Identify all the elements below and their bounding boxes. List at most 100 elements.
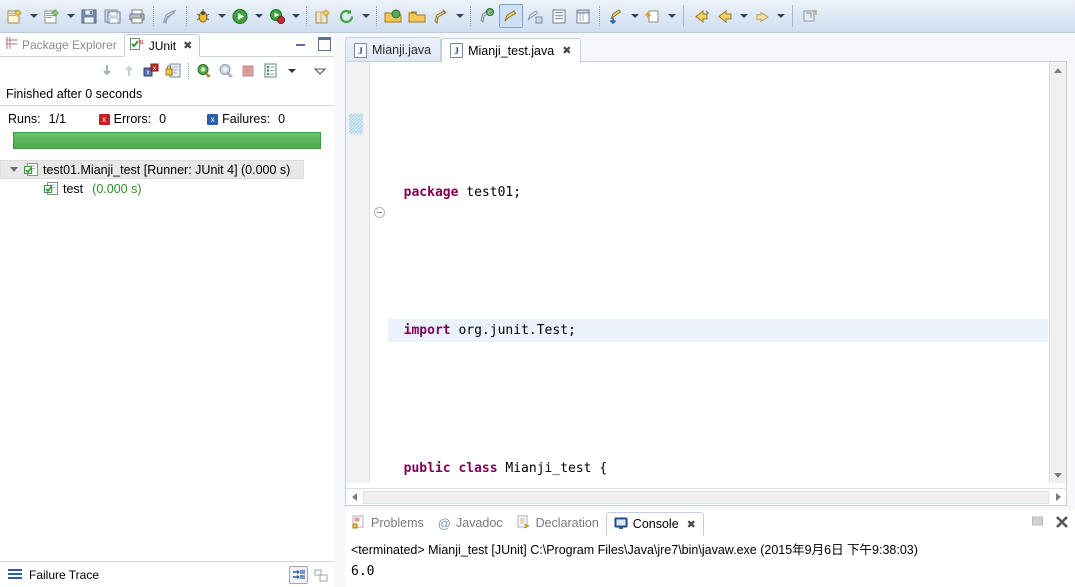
open-task-list-icon[interactable] xyxy=(547,4,571,28)
next-annotation-icon[interactable]: C xyxy=(475,4,499,28)
junit-counters: Runs: 1/1 Errors: 0 Failures: 0 xyxy=(0,106,334,132)
refresh-dropdown[interactable] xyxy=(359,4,372,28)
console-body[interactable]: <terminated> Mianji_test [JUnit] C:\Prog… xyxy=(345,535,1075,579)
tab-javadoc[interactable]: @ Javadoc xyxy=(431,511,510,535)
code-line: package test01; xyxy=(403,185,522,200)
previous-edit-dropdown[interactable] xyxy=(628,4,641,28)
editor-tab-mianji-test[interactable]: Mianji_test.java ✖ xyxy=(441,38,582,63)
tree-row[interactable]: test (0.000 s) xyxy=(0,179,334,198)
editor-horizontal-scrollbar[interactable] xyxy=(346,488,1066,505)
save-icon[interactable] xyxy=(77,4,101,28)
back-icon[interactable] xyxy=(689,4,713,28)
failure-trace-buttons xyxy=(289,566,329,584)
pin-editor-icon[interactable] xyxy=(798,4,822,28)
toggle-mark-occurrences-icon[interactable] xyxy=(158,4,182,28)
debug-dropdown[interactable] xyxy=(215,4,228,28)
editor-left-ruler[interactable] xyxy=(346,62,370,483)
tree-label: test xyxy=(63,181,84,196)
failure-trace-menu-button[interactable] xyxy=(312,567,329,583)
remove-launch-button[interactable] xyxy=(1054,514,1069,529)
refresh-icon[interactable] xyxy=(335,4,359,28)
maximize-icon[interactable] xyxy=(317,36,331,51)
expand-arrow-icon[interactable] xyxy=(9,164,20,175)
search-icon[interactable] xyxy=(429,4,453,28)
tab-declaration[interactable]: Declaration xyxy=(510,511,606,535)
view-menu-button[interactable] xyxy=(282,61,302,81)
new-java-class-icon[interactable] xyxy=(40,4,64,28)
scroll-down-icon[interactable] xyxy=(1050,467,1066,483)
change-bar-indicator xyxy=(349,114,363,134)
scroll-left-icon[interactable] xyxy=(346,490,362,505)
previous-failure-button[interactable] xyxy=(119,61,139,81)
scroll-up-icon[interactable] xyxy=(1050,62,1066,78)
tree-row[interactable]: test01.Mianji_test [Runner: JUnit 4] (0.… xyxy=(0,160,304,179)
toolbar-separator xyxy=(153,6,154,26)
forward-dropdown[interactable] xyxy=(774,4,787,28)
tab-console[interactable]: Console ✖ xyxy=(605,512,704,536)
console-launch-header: <terminated> Mianji_test [JUnit] C:\Prog… xyxy=(351,543,918,557)
toggle-breadcrumb-icon[interactable] xyxy=(499,4,523,28)
toggle-mark-icon[interactable] xyxy=(523,4,547,28)
toolbar-separator xyxy=(376,6,377,26)
run-dropdown[interactable] xyxy=(252,4,265,28)
open-outline-icon[interactable] xyxy=(571,4,595,28)
new-package-icon[interactable] xyxy=(311,4,335,28)
editor-tab-mianji[interactable]: Mianji.java xyxy=(345,37,442,62)
close-icon[interactable]: ✖ xyxy=(687,518,696,531)
console-output: 6.0 xyxy=(351,564,375,579)
view-menu-chevron[interactable] xyxy=(310,61,330,81)
forward-icon[interactable] xyxy=(750,4,774,28)
tab-package-explorer[interactable]: Package Explorer xyxy=(0,33,124,56)
close-icon[interactable]: ✖ xyxy=(183,39,192,52)
counter-failures: Failures: 0 xyxy=(207,112,316,126)
search-dropdown[interactable] xyxy=(453,4,466,28)
run-external-tools-dropdown[interactable] xyxy=(289,4,302,28)
java-file-icon xyxy=(450,43,464,58)
show-failures-only-button[interactable]: xx xyxy=(141,61,161,81)
tab-label: Javadoc xyxy=(456,516,503,530)
open-type-icon[interactable] xyxy=(381,4,405,28)
scroll-lock-button[interactable] xyxy=(163,61,183,81)
editor-code[interactable]: package test01; import org.junit.Test; p… xyxy=(388,62,1048,483)
editor-folding-column[interactable] xyxy=(371,62,388,483)
tab-junit[interactable]: u JUnit ✖ xyxy=(123,34,201,57)
tab-problems[interactable]: Problems xyxy=(345,511,431,535)
new-wizard-dropdown[interactable] xyxy=(27,4,40,28)
tab-label: JUnit xyxy=(148,38,177,53)
terminate-button[interactable] xyxy=(1030,514,1045,529)
debug-icon[interactable] xyxy=(191,4,215,28)
next-edit-dropdown[interactable] xyxy=(665,4,678,28)
new-wizard-icon[interactable] xyxy=(3,4,27,28)
rerun-test-failures-button[interactable] xyxy=(216,61,236,81)
save-all-icon[interactable] xyxy=(101,4,125,28)
run-icon[interactable] xyxy=(228,4,252,28)
minimize-icon[interactable] xyxy=(294,36,307,49)
next-edit-icon[interactable] xyxy=(641,4,665,28)
left-view-tabbar: Package Explorer u JUnit ✖ xyxy=(0,33,334,57)
stop-button[interactable] xyxy=(238,61,258,81)
toolbar-separator xyxy=(599,6,600,26)
vertical-splitter[interactable] xyxy=(334,33,345,587)
open-task-icon[interactable] xyxy=(405,4,429,28)
next-failure-button[interactable] xyxy=(97,61,117,81)
close-icon[interactable]: ✖ xyxy=(562,44,571,57)
scroll-track[interactable] xyxy=(363,490,1049,504)
previous-edit-icon[interactable] xyxy=(604,4,628,28)
run-external-tools-icon[interactable] xyxy=(265,4,289,28)
editor-vertical-scrollbar[interactable] xyxy=(1049,62,1066,483)
scroll-right-icon[interactable] xyxy=(1050,490,1066,505)
rerun-test-button[interactable] xyxy=(194,61,214,81)
fold-collapse-icon[interactable] xyxy=(374,207,385,218)
tab-label: Declaration xyxy=(535,516,599,530)
new-java-class-dropdown[interactable] xyxy=(64,4,77,28)
print-icon[interactable] xyxy=(125,4,149,28)
back-history-icon[interactable] xyxy=(713,4,737,28)
test-run-history-button[interactable] xyxy=(260,61,280,81)
compare-results-button[interactable] xyxy=(289,566,308,584)
console-tabbar: Problems @ Javadoc Declaration Console ✖ xyxy=(345,510,1075,536)
java-file-icon xyxy=(354,42,367,58)
back-dropdown[interactable] xyxy=(737,4,750,28)
